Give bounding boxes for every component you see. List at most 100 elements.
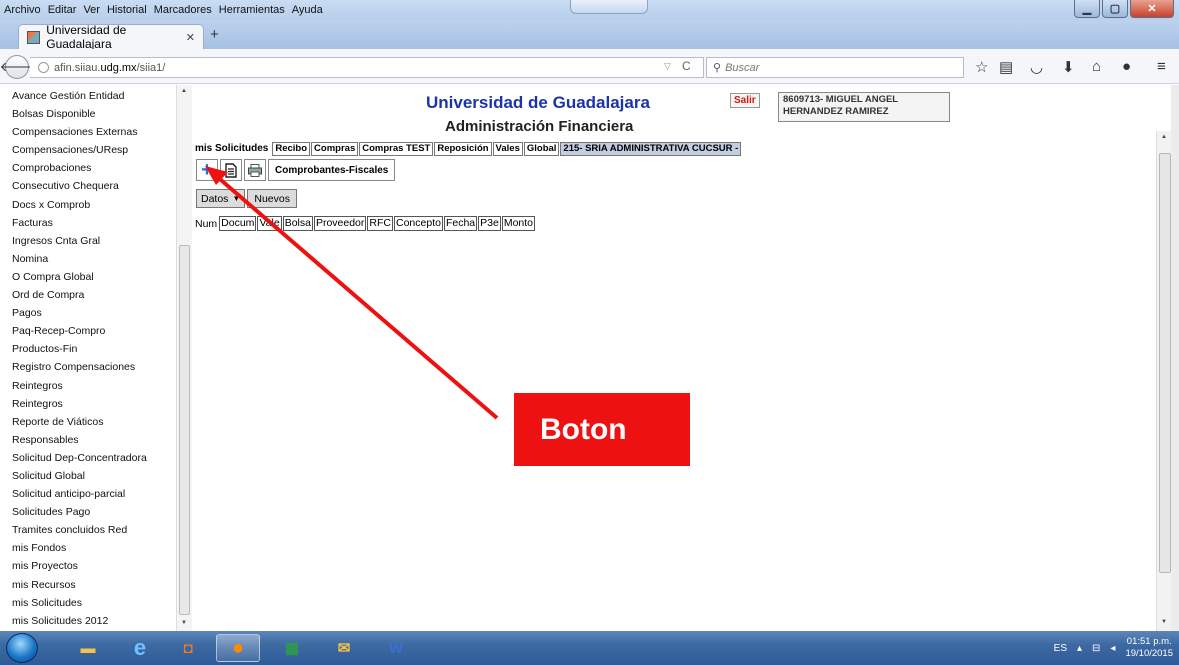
new-tab-button[interactable]: + xyxy=(210,26,219,43)
network-icon[interactable]: ⊟ xyxy=(1092,643,1100,654)
menu-item-archivo[interactable]: Archivo xyxy=(4,4,41,16)
sidebar-item[interactable]: Solicitud Global xyxy=(12,467,191,485)
column-header[interactable]: Proveedor xyxy=(313,216,367,231)
sidebar-item[interactable]: Solicitudes Pago xyxy=(12,503,191,521)
sidebar-item[interactable]: Paq-Recep-Compro xyxy=(12,322,191,340)
sidebar-item[interactable]: Ord de Compra xyxy=(12,286,191,304)
clock[interactable]: 01:51 p.m. 19/10/2015 xyxy=(1125,636,1173,660)
sidebar-item[interactable]: mis Solicitudes xyxy=(12,594,191,612)
start-button[interactable] xyxy=(6,633,38,663)
sidebar-item[interactable]: mis Fondos xyxy=(12,539,191,557)
volume-icon[interactable]: ◂ xyxy=(1110,643,1115,654)
sidebar-item[interactable]: Pagos xyxy=(12,304,191,322)
print-icon[interactable] xyxy=(244,159,266,181)
tab-close-icon[interactable]: ✕ xyxy=(186,31,195,44)
minimize-button[interactable]: ▁ xyxy=(1074,0,1100,18)
sidebar-item[interactable]: Avance Gestión Entidad xyxy=(12,87,191,105)
sidebar-item[interactable]: Compensaciones Externas xyxy=(12,123,191,141)
download-icon[interactable]: ⬇ xyxy=(1062,58,1075,76)
module-tab[interactable]: Vales xyxy=(492,141,523,156)
sidebar-item[interactable]: Reintegros xyxy=(12,377,191,395)
sidebar-item[interactable]: O Compra Global xyxy=(12,268,191,286)
explorer-icon[interactable]: ▬ xyxy=(66,634,110,662)
outlook-icon[interactable]: ◘ xyxy=(166,634,210,662)
module-tab[interactable]: Compras xyxy=(311,141,359,156)
page-scrollbar[interactable] xyxy=(1171,85,1179,631)
logout-button[interactable]: Salir xyxy=(730,93,760,108)
home-icon[interactable]: ⌂ xyxy=(1092,58,1101,75)
comprobantes-fiscales-button[interactable]: Comprobantes-Fiscales xyxy=(268,159,396,181)
module-tab[interactable]: Reposición xyxy=(434,141,492,156)
sidebar-scroll-thumb[interactable] xyxy=(179,245,190,615)
column-header[interactable]: RFC xyxy=(367,216,393,231)
star-icon[interactable]: ☆ xyxy=(975,58,988,76)
column-header[interactable]: Bolsa xyxy=(282,216,313,231)
sidebar-item[interactable]: Responsables xyxy=(12,431,191,449)
pocket-icon[interactable]: ◡ xyxy=(1030,58,1043,76)
browser-tab[interactable]: Universidad de Guadalajara ✕ xyxy=(18,23,204,51)
language-indicator[interactable]: ES xyxy=(1054,643,1067,654)
main-scrollbar[interactable]: ▲ ▼ xyxy=(1156,131,1172,631)
close-window-button[interactable]: ✕ xyxy=(1130,0,1174,18)
sidebar-item[interactable]: Consecutivo Chequera xyxy=(12,177,191,195)
sidebar-scrollbar[interactable]: ▲ ▼ xyxy=(176,85,192,631)
column-header[interactable]: Docum xyxy=(219,216,257,231)
reload-icon[interactable]: C xyxy=(682,59,691,73)
excel-icon[interactable]: ▦ xyxy=(270,634,314,662)
url-dropdown-icon[interactable]: ▽ xyxy=(664,61,671,72)
firefox-icon[interactable]: ● xyxy=(216,634,260,662)
tray-expand-icon[interactable]: ▴ xyxy=(1077,643,1082,654)
chat-icon[interactable]: ● xyxy=(1122,58,1131,75)
menu-item-editar[interactable]: Editar xyxy=(48,4,77,16)
sidebar-item[interactable]: Registro Compensaciones xyxy=(12,358,191,376)
menu-item-marcadores[interactable]: Marcadores xyxy=(154,4,212,16)
column-header[interactable]: Vale xyxy=(257,216,282,231)
sidebar-item[interactable]: Comprobaciones xyxy=(12,159,191,177)
sidebar-item[interactable]: Productos-Fin xyxy=(12,340,191,358)
sidebar-item[interactable]: Bolsas Disponible xyxy=(12,105,191,123)
sidebar-item[interactable]: Ingresos Cnta Gral xyxy=(12,232,191,250)
column-header[interactable]: Monto xyxy=(501,216,536,231)
module-tab[interactable]: Recibo xyxy=(272,141,311,156)
sidebar-item[interactable]: Tramites concluidos Red xyxy=(12,521,191,539)
column-header[interactable]: Concepto xyxy=(394,216,443,231)
scroll-down-icon[interactable]: ▼ xyxy=(181,620,187,626)
sidebar-item[interactable]: Solicitud anticipo-parcial xyxy=(12,485,191,503)
maximize-button[interactable]: ▢ xyxy=(1102,0,1128,18)
add-button[interactable]: + xyxy=(196,159,218,181)
sidebar-item[interactable]: Reintegros xyxy=(12,395,191,413)
sidebar-item[interactable]: mis Solicitudes 2012 xyxy=(12,612,191,630)
internet-explorer-icon[interactable]: e xyxy=(118,634,162,662)
scroll-up-icon[interactable]: ▲ xyxy=(181,88,187,94)
reading-list-icon[interactable]: ▤ xyxy=(999,58,1013,76)
document-icon[interactable] xyxy=(220,159,242,181)
module-tab[interactable]: Compras TEST xyxy=(359,141,434,156)
sidebar-item[interactable]: Nomina xyxy=(12,250,191,268)
sidebar-item[interactable]: Compensaciones/UResp xyxy=(12,141,191,159)
sidebar-item[interactable]: Facturas xyxy=(12,214,191,232)
nuevos-button[interactable]: Nuevos xyxy=(247,189,297,208)
column-header[interactable]: P3e xyxy=(478,216,501,231)
menu-item-ver[interactable]: Ver xyxy=(83,4,100,16)
menu-icon[interactable]: ≡ xyxy=(1157,58,1166,75)
url-bar[interactable]: afin.siiau. udg.mx/siia1/ xyxy=(30,57,704,78)
module-tab[interactable]: 215- SRIA ADMINISTRATIVA CUCSUR - xyxy=(560,141,742,156)
main-scroll-thumb[interactable] xyxy=(1159,153,1171,573)
scroll-down-icon[interactable]: ▼ xyxy=(1161,619,1167,625)
mail-icon[interactable]: ✉ xyxy=(322,634,366,662)
back-button[interactable]: 🡐 xyxy=(0,55,34,79)
sidebar-item[interactable]: Docs x Comprob xyxy=(12,196,191,214)
datos-dropdown[interactable]: Datos ▼ xyxy=(196,189,246,208)
sidebar-item[interactable]: mis Recursos xyxy=(12,576,191,594)
scroll-up-icon[interactable]: ▲ xyxy=(1161,134,1167,140)
sidebar-item[interactable]: Solicitud Dep-Concentradora xyxy=(12,449,191,467)
search-input[interactable]: ⚲ Buscar xyxy=(706,57,964,78)
module-tab[interactable]: Global xyxy=(523,141,560,156)
sidebar-item[interactable]: Reporte de Viáticos xyxy=(12,413,191,431)
menu-item-ayuda[interactable]: Ayuda xyxy=(292,4,323,16)
menu-item-herramientas[interactable]: Herramientas xyxy=(219,4,285,16)
sidebar-item[interactable]: mis Proyectos xyxy=(12,557,191,575)
menu-item-historial[interactable]: Historial xyxy=(107,4,147,16)
column-header[interactable]: Fecha xyxy=(443,216,478,231)
word-icon[interactable]: W xyxy=(374,634,418,662)
